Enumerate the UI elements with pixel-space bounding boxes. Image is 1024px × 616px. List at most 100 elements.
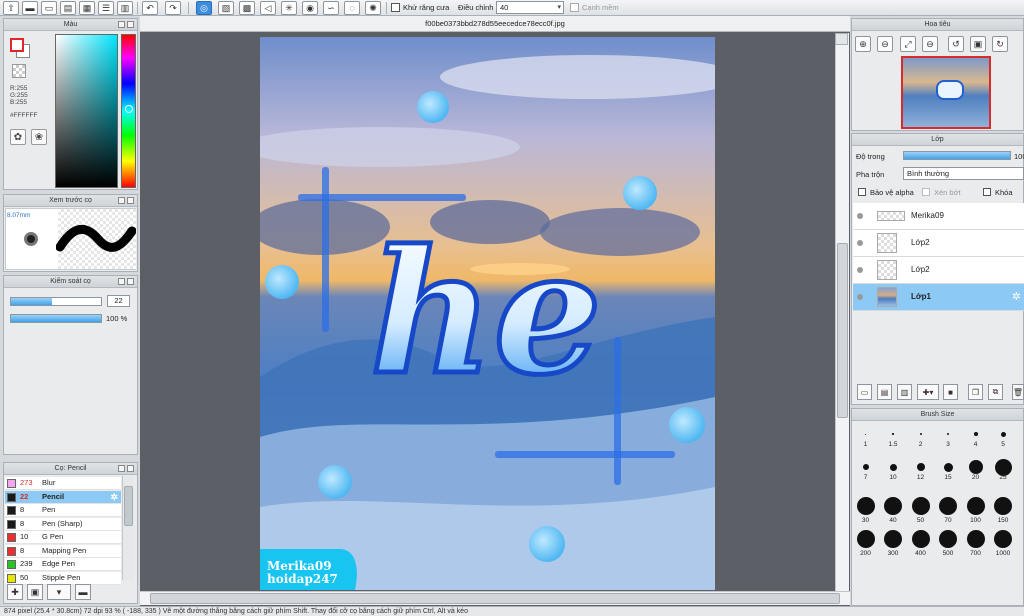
clipping-checkbox[interactable] xyxy=(922,188,930,196)
brush-size-preset[interactable]: 7 xyxy=(852,460,879,481)
brush-size-preset[interactable]: 10 xyxy=(880,460,907,481)
brush-menu-icon[interactable]: ▾ xyxy=(47,584,71,600)
undo-icon[interactable]: ↶ xyxy=(142,1,158,15)
canvas-horizontal-scrollbar[interactable] xyxy=(140,591,850,605)
new-layer-8bit-icon[interactable]: ▤ xyxy=(877,384,892,400)
grid-icon[interactable]: ▩ xyxy=(239,1,255,15)
panel-close-icon[interactable] xyxy=(127,465,134,472)
canvas-vscroll-thumb[interactable] xyxy=(837,243,848,418)
protect-alpha-checkbox[interactable] xyxy=(858,188,866,196)
zoom-out-icon[interactable]: ⊖ xyxy=(877,36,893,52)
canvas-hscroll-thumb[interactable] xyxy=(150,593,840,604)
layout-icon[interactable]: ▥ xyxy=(117,1,133,15)
open-folder-icon[interactable]: ▬ xyxy=(75,584,91,600)
brush-size-preset[interactable]: 500 xyxy=(935,528,962,557)
brush-folder-icon[interactable]: ▣ xyxy=(27,584,43,600)
brush-size-preset[interactable]: 15 xyxy=(935,460,962,481)
fit-window-icon[interactable]: ⤢ xyxy=(900,36,916,52)
symmetry-icon[interactable]: ✺ xyxy=(365,1,381,15)
brush-size-preset[interactable]: 150 xyxy=(990,495,1017,524)
panel-close-icon[interactable] xyxy=(127,197,134,204)
brush-size-preset[interactable]: 50 xyxy=(907,495,934,524)
list-icon[interactable]: ☰ xyxy=(98,1,114,15)
hue-knob[interactable] xyxy=(125,105,133,113)
brush-size-preset[interactable]: 12 xyxy=(907,460,934,481)
transparent-color-swatch[interactable] xyxy=(12,64,26,78)
new-layer-1bit-icon[interactable]: ▥ xyxy=(897,384,912,400)
brush-opacity-slider[interactable] xyxy=(10,314,102,323)
merge-layer-icon[interactable]: ⧉ xyxy=(988,384,1003,400)
canvas-vertical-scrollbar[interactable] xyxy=(835,33,849,591)
new-layer-icon[interactable]: ▭ xyxy=(857,384,872,400)
brush-list-item[interactable]: 22 Pencil ✲ xyxy=(5,490,121,504)
gear-icon[interactable]: ✲ xyxy=(1012,290,1021,303)
export-icon[interactable]: ⇧ xyxy=(3,1,19,15)
visibility-eye-icon[interactable] xyxy=(857,294,863,300)
brush-size-preset[interactable]: 1000 xyxy=(990,528,1017,557)
foreground-color-swatch[interactable] xyxy=(10,38,24,52)
rotate-left-icon[interactable]: ↺ xyxy=(948,36,964,52)
visibility-eye-icon[interactable] xyxy=(857,213,863,219)
radial-icon[interactable]: ✳ xyxy=(281,1,297,15)
saturation-value-picker[interactable] xyxy=(55,34,118,188)
perspective-icon[interactable]: ◁ xyxy=(260,1,276,15)
artwork-canvas[interactable]: he Merika09 hoidap247 xyxy=(260,37,715,590)
redo-icon[interactable]: ↷ xyxy=(165,1,181,15)
brush-size-preset[interactable]: 2 xyxy=(907,427,934,448)
brush-size-preset[interactable]: 30 xyxy=(852,495,879,524)
adjust-dropdown[interactable]: 40 ▾ xyxy=(496,1,564,14)
brush-list-scrollbar[interactable] xyxy=(122,476,134,580)
brush-list-item[interactable]: 273 Blur xyxy=(5,477,121,490)
brush-size-preset[interactable]: 1.5 xyxy=(880,427,907,448)
brush-list-item[interactable]: 8 Pen (Sharp) xyxy=(5,517,121,531)
panel-icon[interactable]: ▤ xyxy=(60,1,76,15)
select-lasso-icon[interactable]: ◎ xyxy=(196,1,212,15)
layer-row[interactable]: Lớp2 xyxy=(853,230,1024,257)
panel-popout-icon[interactable] xyxy=(118,465,125,472)
panel-close-icon[interactable] xyxy=(127,278,134,285)
document-tab[interactable]: f00be0373bbd278d55eecedce78ecc0f.jpg xyxy=(140,16,850,32)
brush-list-item[interactable]: 239 Edge Pen xyxy=(5,558,121,571)
add-brush-icon[interactable]: ✚ xyxy=(7,584,23,600)
panel-popout-icon[interactable] xyxy=(118,21,125,28)
brush-size-preset[interactable]: 300 xyxy=(880,528,907,557)
zoom-in-icon[interactable]: ⊕ xyxy=(855,36,871,52)
blend-mode-dropdown[interactable]: Bình thường xyxy=(903,167,1024,180)
ellipse-ruler-icon[interactable]: ◌ xyxy=(344,1,360,15)
panel-close-icon[interactable] xyxy=(127,21,134,28)
zoom-minus-icon[interactable]: ⊖ xyxy=(922,36,938,52)
brush-size-value[interactable]: 22 xyxy=(107,295,130,307)
concentric-icon[interactable]: ◉ xyxy=(302,1,318,15)
panel-popout-icon[interactable] xyxy=(118,197,125,204)
brush-size-preset[interactable]: 25 xyxy=(990,458,1017,481)
antialias-checkbox[interactable] xyxy=(391,3,400,12)
brush-list-item[interactable]: 8 Mapping Pen xyxy=(5,544,121,558)
brush-list-item[interactable]: 10 G Pen xyxy=(5,531,121,544)
brush-size-preset[interactable]: 4 xyxy=(962,427,989,448)
color-settings-icon[interactable]: ❀ xyxy=(31,129,47,145)
add-layer-menu-icon[interactable]: ✚▾ xyxy=(917,384,939,400)
layer-row[interactable]: Lớp2 xyxy=(853,257,1024,284)
brush-size-preset[interactable]: 20 xyxy=(962,460,989,481)
brush-size-preset[interactable]: 3 xyxy=(935,427,962,448)
hatch-icon[interactable]: ▧ xyxy=(218,1,234,15)
curve-ruler-icon[interactable]: ∽ xyxy=(323,1,339,15)
brush-size-preset[interactable]: 5 xyxy=(990,427,1017,448)
brush-size-preset[interactable]: 700 xyxy=(962,528,989,557)
panel-popout-icon[interactable] xyxy=(118,278,125,285)
gear-icon[interactable]: ✲ xyxy=(110,491,118,503)
visibility-eye-icon[interactable] xyxy=(857,267,863,273)
brush-size-preset[interactable]: 100 xyxy=(962,495,989,524)
lock-checkbox[interactable] xyxy=(983,188,991,196)
layer-row[interactable]: Lớp1 ✲ xyxy=(853,284,1024,311)
brush-list-item[interactable]: 8 Pen xyxy=(5,504,121,517)
canvas-corner-button[interactable] xyxy=(835,33,848,45)
brush-size-preset[interactable]: 400 xyxy=(907,528,934,557)
brush-size-preset[interactable]: 200 xyxy=(852,528,879,557)
brush-size-slider[interactable] xyxy=(10,297,102,306)
brush-size-preset[interactable]: 70 xyxy=(935,495,962,524)
soft-edge-checkbox[interactable] xyxy=(570,3,579,12)
rotate-right-icon[interactable]: ↻ xyxy=(992,36,1008,52)
delete-layer-icon[interactable]: 🗑 xyxy=(1012,384,1024,400)
hue-slider[interactable] xyxy=(121,34,136,188)
